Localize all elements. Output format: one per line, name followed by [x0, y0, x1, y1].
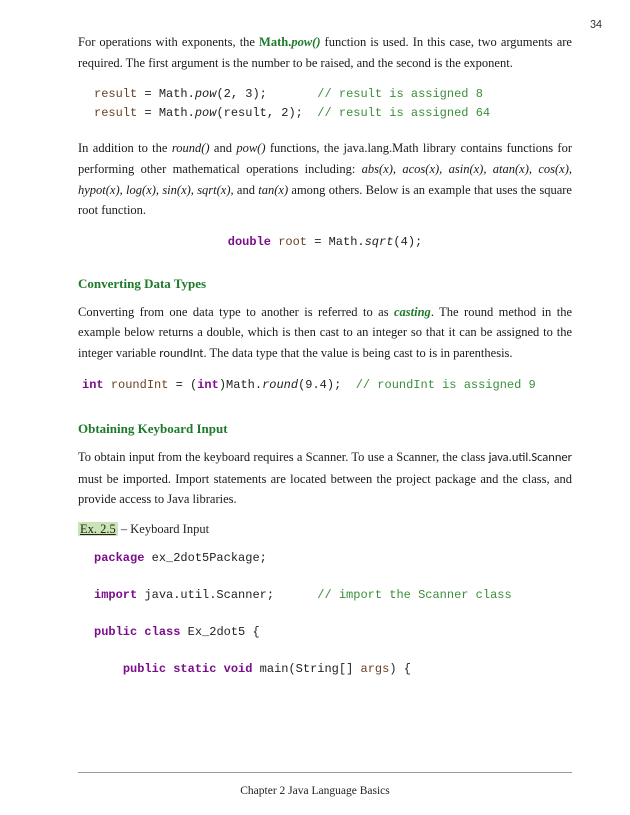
text: . The data type that the value is being … [203, 346, 512, 360]
example-label-line: Ex. 2.5 – Keyboard Input [78, 522, 572, 537]
paragraph-3: Converting from one data type to another… [78, 302, 572, 365]
code-block-sqrt: double root = Math.sqrt(4); [78, 233, 572, 252]
keyword: class [144, 625, 180, 639]
func-name: round() [172, 141, 210, 155]
text: and [234, 183, 259, 197]
keyword: double [228, 235, 271, 249]
keyword: int [82, 378, 104, 392]
keyword: package [94, 551, 144, 565]
identifier: result [94, 87, 137, 101]
pow-func: pow() [291, 35, 320, 49]
code: (2, 3); [216, 87, 317, 101]
method: sqrt [365, 235, 394, 249]
example-badge: Ex. 2.5 [78, 522, 118, 536]
code-block-cast: int roundInt = (int)Math.round(9.4); // … [82, 376, 572, 395]
code [104, 378, 111, 392]
code: (9.4); [298, 378, 356, 392]
comment: // result is assigned 8 [317, 87, 483, 101]
code-block-scanner: package ex_2dot5Package; import java.uti… [94, 549, 572, 679]
keyword: import [94, 588, 137, 602]
method: round [262, 378, 298, 392]
text: In addition to the [78, 141, 172, 155]
text: and [210, 141, 237, 155]
comment: // roundInt is assigned 9 [356, 378, 536, 392]
identifier: root [278, 235, 307, 249]
keyword: int [197, 378, 219, 392]
section-heading-converting: Converting Data Types [78, 276, 572, 292]
page-number: 34 [590, 18, 602, 32]
func-name: pow() [236, 141, 265, 155]
text: Converting from one data type to another… [78, 305, 394, 319]
text: For operations with exponents, the [78, 35, 259, 49]
identifier: result [94, 106, 137, 120]
code: Ex_2dot5 { [180, 625, 259, 639]
paragraph-2: In addition to the round() and pow() fun… [78, 138, 572, 221]
identifier: roundInt [111, 378, 169, 392]
code-block-pow: result = Math.pow(2, 3); // result is as… [94, 85, 572, 122]
example-title: – Keyboard Input [118, 522, 209, 536]
code: (4); [393, 235, 422, 249]
code: = Math. [137, 106, 195, 120]
method: pow [195, 106, 217, 120]
paragraph-1: For operations with exponents, the Math.… [78, 32, 572, 73]
keyword: public [123, 662, 166, 676]
code: )Math. [219, 378, 262, 392]
math-class: Math. [259, 35, 291, 49]
text: must be imported. Import statements are … [78, 472, 572, 507]
casting-term: casting [394, 305, 431, 319]
code: java.util.Scanner; [137, 588, 317, 602]
keyword: static [173, 662, 216, 676]
class-name: java.util.Scanner [488, 450, 572, 465]
keyword: public [94, 625, 137, 639]
comment: // result is assigned 64 [317, 106, 490, 120]
code: (result, 2); [216, 106, 317, 120]
code: main(String[] [252, 662, 360, 676]
comment: // import the Scanner class [317, 588, 511, 602]
section-heading-keyboard: Obtaining Keyboard Input [78, 421, 572, 437]
code: = Math. [307, 235, 365, 249]
func-name: tan(x) [258, 183, 288, 197]
code: = ( [168, 378, 197, 392]
keyword: void [224, 662, 253, 676]
footer-divider [78, 772, 572, 773]
paragraph-4: To obtain input from the keyboard requir… [78, 447, 572, 510]
code: = Math. [137, 87, 195, 101]
text: To obtain input from the keyboard requir… [78, 450, 488, 464]
footer-text: Chapter 2 Java Language Basics [0, 785, 630, 797]
method: pow [195, 87, 217, 101]
code: ex_2dot5Package; [144, 551, 266, 565]
code: ) { [389, 662, 411, 676]
var-name: roundInt [159, 346, 203, 361]
identifier: args [361, 662, 390, 676]
